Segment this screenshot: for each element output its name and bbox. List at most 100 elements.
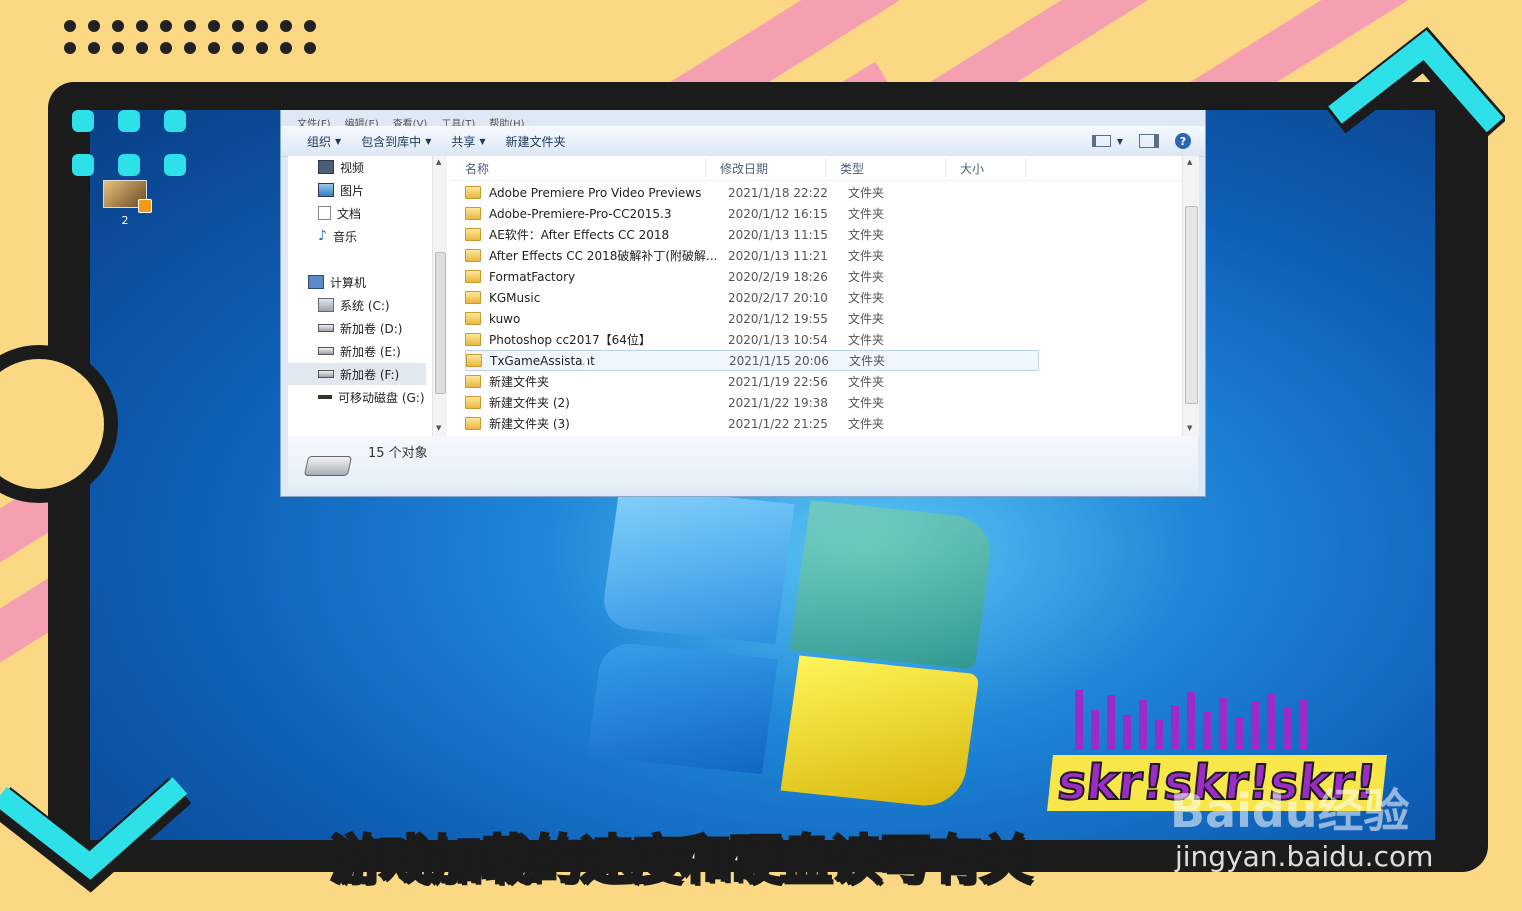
nav-item-videos[interactable]: 视频: [318, 156, 364, 178]
column-header-name[interactable]: 名称: [451, 158, 706, 178]
file-row[interactable]: After Effects CC 2018破解补丁(附破解... 2020/1/1…: [465, 245, 1039, 266]
new-folder-button[interactable]: 新建文件夹: [496, 133, 576, 150]
help-icon[interactable]: ?: [1175, 133, 1191, 149]
windows-logo-blue-lower: [586, 640, 779, 775]
nav-item-computer[interactable]: 计算机: [308, 271, 366, 293]
folder-icon: [465, 249, 481, 262]
scroll-down-icon[interactable]: ▼: [1187, 424, 1192, 432]
menu-edit[interactable]: 编辑(E): [345, 115, 379, 126]
nav-item-label: 系统 (C:): [340, 298, 390, 313]
folder-icon: [465, 333, 481, 346]
file-type: 文件夹: [848, 207, 885, 221]
file-type: 文件夹: [848, 291, 885, 305]
scroll-up-icon[interactable]: ▲: [436, 158, 441, 166]
file-name: 新建文件夹 (3): [489, 417, 570, 431]
folder-icon: [465, 228, 481, 241]
chevron-down-icon: ▼: [1116, 136, 1123, 146]
file-date: 2020/1/12 16:15: [728, 206, 828, 221]
file-name: FormatFactory: [489, 269, 576, 284]
nav-item-drive-e[interactable]: 新加卷 (E:): [318, 340, 401, 362]
nav-item-drive-g[interactable]: 可移动磁盘 (G:): [318, 386, 425, 408]
menu-file[interactable]: 文件(F): [297, 115, 331, 126]
file-row[interactable]: KGMusic 2020/2/17 20:10 文件夹: [465, 287, 1039, 308]
item-count: 15 个对象: [368, 446, 428, 461]
scroll-up-icon[interactable]: ▲: [1187, 158, 1192, 166]
windows-logo-blue: [600, 485, 795, 645]
file-type: 文件夹: [848, 417, 885, 431]
file-row[interactable]: TxGameAssistant 2021/1/15 20:06 文件夹: [465, 350, 1039, 371]
file-row[interactable]: 新建文件夹 2021/1/19 22:56 文件夹: [465, 371, 1039, 392]
desktop-icon-label: 2: [121, 214, 129, 227]
file-row[interactable]: kuwo 2020/1/12 19:55 文件夹: [465, 308, 1039, 329]
file-name: 新建文件夹 (2): [489, 396, 570, 410]
file-row[interactable]: FormatFactory 2020/2/19 18:26 文件夹: [465, 266, 1039, 287]
view-details-icon: [1091, 135, 1111, 147]
file-row[interactable]: Adobe-Premiere-Pro-CC2015.3 2020/1/12 16:…: [465, 203, 1039, 224]
menu-tools[interactable]: 工具(T): [441, 115, 475, 126]
drive-icon: [318, 347, 334, 355]
organize-label: 组织: [307, 134, 332, 149]
file-row[interactable]: AE软件：After Effects CC 2018 2020/1/13 11:1…: [465, 224, 1039, 245]
column-header-row: 名称 修改日期 类型 大小: [451, 156, 1182, 181]
drive-icon: [303, 456, 353, 476]
file-name: Photoshop cc2017【64位】: [489, 333, 651, 347]
file-row[interactable]: 新建文件夹 (2) 2021/1/22 19:38 文件夹: [465, 392, 1039, 413]
file-type: 文件夹: [848, 270, 885, 284]
decor-equalizer-bars: [1075, 690, 1307, 750]
chevron-down-icon: ▼: [479, 136, 486, 146]
preview-pane-icon[interactable]: [1139, 134, 1159, 148]
folder-icon: [465, 291, 481, 304]
folder-icon: [465, 375, 481, 388]
desktop-video-file[interactable]: 2: [102, 180, 152, 227]
folder-icon: [466, 354, 482, 367]
nav-item-label: 视频: [340, 160, 365, 175]
nav-item-drive-d[interactable]: 新加卷 (D:): [318, 317, 402, 339]
column-header-type[interactable]: 类型: [826, 158, 946, 178]
include-library-button[interactable]: 包含到库中 ▼: [351, 133, 441, 150]
change-view-button[interactable]: ▼: [1091, 135, 1123, 147]
system-drive-icon: [318, 298, 334, 312]
document-icon: [318, 206, 331, 220]
file-type: 文件夹: [848, 186, 885, 200]
column-header-date[interactable]: 修改日期: [706, 158, 826, 178]
file-list-scroll-thumb[interactable]: [1185, 206, 1198, 404]
nav-item-label: 计算机: [330, 275, 367, 290]
nav-scroll-thumb[interactable]: [435, 252, 446, 394]
nav-item-label: 音乐: [332, 229, 357, 244]
file-type: 文件夹: [848, 228, 885, 242]
file-row[interactable]: Adobe Premiere Pro Video Previews 2021/1/…: [465, 182, 1039, 203]
folder-icon: [465, 312, 481, 325]
organize-button[interactable]: 组织 ▼: [297, 133, 351, 150]
file-list-scrollbar[interactable]: ▲ ▼: [1182, 156, 1199, 436]
scroll-down-icon[interactable]: ▼: [436, 424, 441, 432]
nav-item-documents[interactable]: 文档: [318, 202, 361, 224]
video-caption: 游戏加载的速度和硬盘读写有关: [328, 830, 1033, 893]
file-date: 2021/1/19 22:56: [728, 374, 828, 389]
file-type: 文件夹: [848, 312, 885, 326]
file-type: 文件夹: [848, 375, 885, 389]
chevron-down-icon: ▼: [425, 136, 432, 146]
nav-item-music[interactable]: ♪ 音乐: [318, 225, 357, 247]
file-row[interactable]: 新建文件夹 (3) 2021/1/22 21:25 文件夹: [465, 413, 1039, 434]
chevron-down-icon: ▼: [335, 136, 342, 146]
drive-icon: [318, 324, 334, 332]
nav-item-label: 新加卷 (E:): [340, 344, 401, 359]
new-folder-label: 新建文件夹: [505, 134, 566, 149]
column-header-size[interactable]: 大小: [946, 158, 1026, 178]
menu-help[interactable]: 帮助(H): [489, 115, 524, 126]
drive-icon: [318, 370, 334, 378]
decor-dots: [64, 20, 328, 54]
file-list: 名称 修改日期 类型 大小 Adobe Premiere Pro Video P…: [451, 156, 1182, 436]
file-name: AE软件：After Effects CC 2018: [489, 228, 670, 242]
share-button[interactable]: 共享 ▼: [441, 133, 495, 150]
nav-item-pictures[interactable]: 图片: [318, 179, 364, 201]
nav-item-drive-f[interactable]: 新加卷 (F:): [288, 363, 426, 385]
file-name: KGMusic: [489, 290, 541, 305]
share-label: 共享: [451, 134, 476, 149]
file-row[interactable]: Photoshop cc2017【64位】 2020/1/13 10:54 文件夹: [465, 329, 1039, 350]
menu-view[interactable]: 查看(V): [393, 115, 428, 126]
nav-scrollbar[interactable]: ▲ ▼: [432, 156, 447, 436]
file-type: 文件夹: [849, 354, 886, 368]
nav-item-drive-c[interactable]: 系统 (C:): [318, 294, 390, 316]
file-name: After Effects CC 2018破解补丁(附破解...: [489, 249, 718, 263]
